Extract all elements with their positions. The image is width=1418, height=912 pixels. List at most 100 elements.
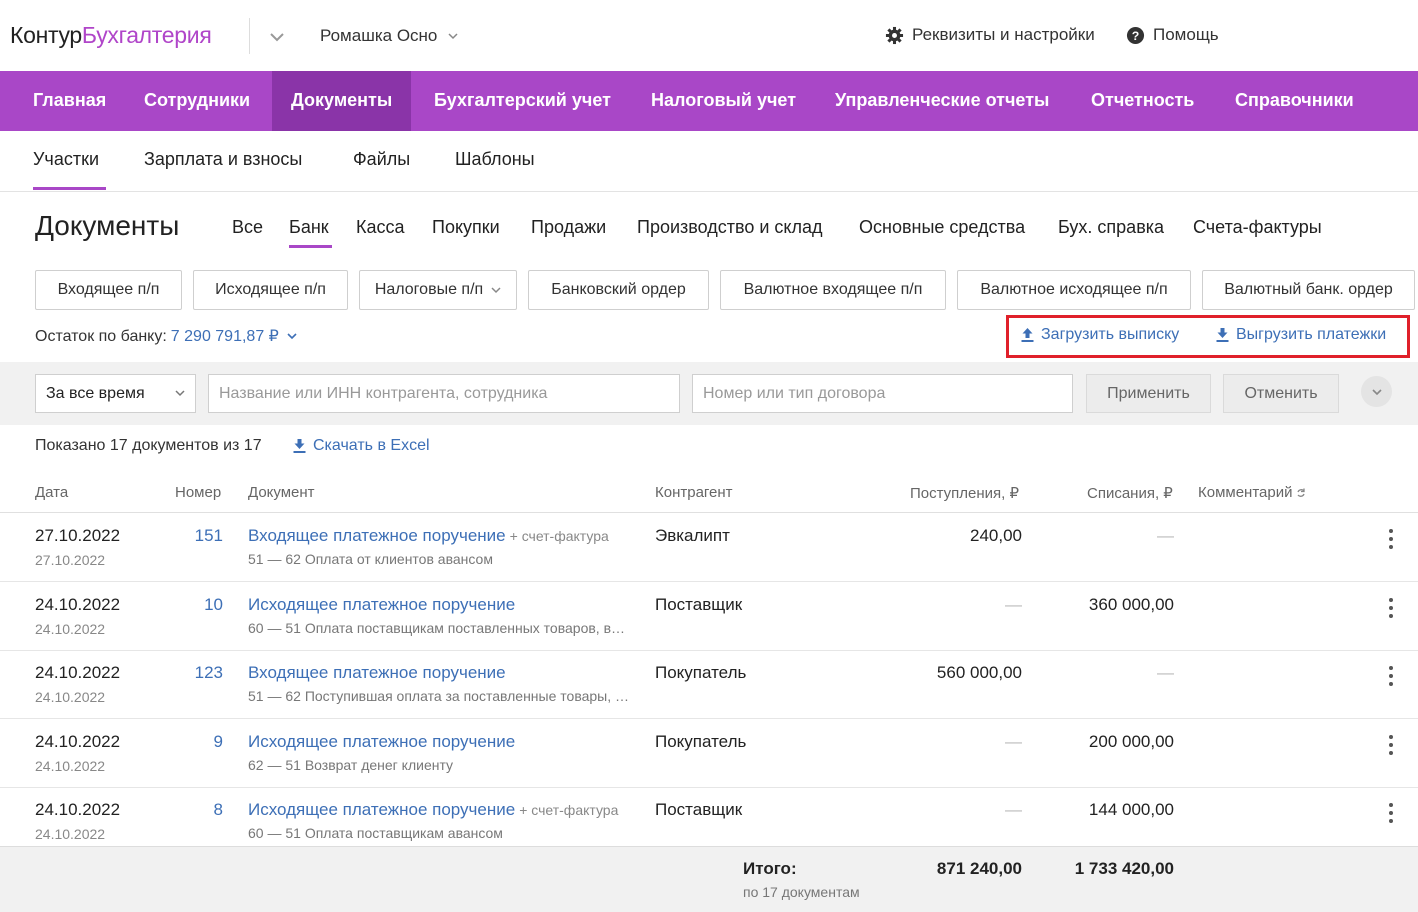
row-date-secondary: 24.10.2022 — [35, 826, 106, 842]
tab-bank[interactable]: Банк — [289, 217, 329, 238]
row-description: 60 — 51 Оплата поставщикам поставленных … — [248, 619, 630, 636]
column-header-number[interactable]: Номер — [175, 484, 221, 501]
totals-outcome: 1 733 420,00 — [1074, 859, 1174, 878]
row-document-link[interactable]: Исходящее платежное поручение — [248, 732, 515, 751]
nav-item-management-reports[interactable]: Управленческие отчеты — [816, 71, 1068, 131]
nav-item-reporting[interactable]: Отчетность — [1072, 71, 1213, 131]
period-value: За все время — [46, 385, 145, 402]
column-header-contractor[interactable]: Контрагент — [655, 484, 733, 501]
sub-nav: Участки Зарплата и взносы Файлы Шаблоны — [0, 131, 1418, 192]
upload-icon — [1021, 328, 1034, 342]
more-vertical-icon[interactable] — [1384, 802, 1398, 824]
expand-filters-button[interactable] — [1361, 376, 1392, 407]
row-income: 560 000,00 — [936, 663, 1022, 682]
filter-bar: За все время Название или ИНН контрагент… — [0, 362, 1418, 425]
chevron-down-icon[interactable] — [287, 331, 297, 341]
logo[interactable]: КонтурБухгалтерия — [10, 22, 212, 49]
balance-label: Остаток по банку: — [35, 328, 167, 345]
tax-payment-dropdown[interactable]: Налоговые п/п — [359, 270, 517, 310]
cancel-button[interactable]: Отменить — [1223, 374, 1339, 413]
tab-cash[interactable]: Касса — [356, 217, 405, 238]
nav-item-accounting[interactable]: Бухгалтерский учет — [415, 71, 630, 131]
subnav-item-sections[interactable]: Участки — [33, 149, 99, 170]
column-header-income[interactable]: Поступления, ₽ — [910, 484, 1019, 502]
totals-sub: по 17 документам — [743, 884, 860, 900]
row-document: Исходящее платежное поручение — [248, 595, 515, 615]
incoming-payment-button[interactable]: Входящее п/п — [35, 270, 182, 310]
row-document-extra: + счет-фактура — [509, 528, 609, 544]
row-description: 62 — 51 Возврат денег клиенту — [248, 756, 454, 773]
upload-statement-link[interactable]: Загрузить выписку — [1020, 326, 1179, 344]
row-description: 60 — 51 Оплата поставщикам авансом — [248, 825, 503, 841]
table-row[interactable]: 24.10.2022 24.10.2022 123 Входящее платежно… — [0, 651, 1418, 719]
row-number[interactable]: 8 — [214, 800, 223, 820]
row-outcome: 360 000,00 — [1088, 594, 1174, 614]
row-income: — — [1005, 594, 1022, 614]
row-document-link[interactable]: Исходящее платежное поручение — [248, 595, 515, 614]
column-header-comment[interactable]: Комментарий — [1198, 484, 1306, 501]
org-selector[interactable]: Ромашка Осно — [320, 26, 458, 46]
outgoing-payment-button[interactable]: Исходящее п/п — [193, 270, 348, 310]
row-document-link[interactable]: Входящее платежное поручение — [248, 526, 506, 545]
table-row[interactable]: 24.10.2022 24.10.2022 9 Исходящее платежное… — [0, 720, 1418, 788]
comment-header-label: Комментарий — [1198, 484, 1293, 501]
balance-value[interactable]: 7 290 791,87 ₽ — [171, 328, 279, 345]
contractor-search-input[interactable]: Название или ИНН контрагента, сотрудника — [208, 374, 680, 413]
currency-bank-order-button[interactable]: Валютный банк. ордер — [1202, 270, 1415, 310]
org-name: Ромашка Осно — [320, 26, 438, 45]
tax-payment-label: Налоговые п/п — [374, 281, 484, 298]
row-document-link[interactable]: Исходящее платежное поручение — [248, 800, 515, 819]
tab-fixed-assets[interactable]: Основные средства — [859, 217, 1025, 238]
gear-icon — [885, 26, 904, 44]
row-document-link[interactable]: Входящее платежное поручение — [248, 663, 506, 682]
subnav-item-salary[interactable]: Зарплата и взносы — [144, 149, 302, 170]
tab-purchases[interactable]: Покупки — [432, 217, 500, 238]
row-date-secondary: 24.10.2022 — [35, 757, 106, 774]
more-vertical-icon[interactable] — [1384, 734, 1398, 756]
settings-link[interactable]: Реквизиты и настройки — [885, 25, 1095, 45]
more-vertical-icon[interactable] — [1384, 528, 1398, 550]
row-description: 51 — 62 Поступившая оплата за поставленн… — [248, 688, 630, 704]
row-number[interactable]: 123 — [195, 663, 223, 683]
tab-invoices[interactable]: Счета-фактуры — [1193, 217, 1322, 238]
chevron-down-icon — [1371, 388, 1382, 395]
tab-production[interactable]: Производство и склад — [637, 217, 823, 238]
period-select[interactable]: За все время — [35, 374, 196, 413]
row-date: 24.10.2022 — [35, 594, 121, 614]
upload-statement-label: Загрузить выписку — [1041, 326, 1180, 343]
more-vertical-icon[interactable] — [1384, 597, 1398, 619]
row-number[interactable]: 9 — [214, 732, 223, 752]
subnav-item-files[interactable]: Файлы — [353, 149, 410, 170]
more-vertical-icon[interactable] — [1384, 665, 1398, 687]
contract-search-input[interactable]: Номер или тип договора — [692, 374, 1073, 413]
tab-sales[interactable]: Продажи — [531, 217, 606, 238]
subnav-item-templates[interactable]: Шаблоны — [455, 149, 535, 170]
help-link[interactable]: ? Помощь — [1126, 25, 1219, 45]
row-number[interactable]: 151 — [195, 526, 223, 546]
row-outcome: 144 000,00 — [1088, 800, 1174, 819]
currency-incoming-button[interactable]: Валютное входящее п/п — [720, 270, 946, 310]
export-payments-link[interactable]: Выгрузить платежки — [1215, 326, 1386, 344]
apply-button[interactable]: Применить — [1086, 374, 1211, 413]
table-row[interactable]: 27.10.2022 27.10.2022 151 Входящее платежно… — [0, 514, 1418, 582]
tab-accounting-note[interactable]: Бух. справка — [1058, 217, 1164, 238]
chevron-down-icon — [491, 287, 501, 294]
excel-download-link[interactable]: Скачать в Excel — [292, 437, 430, 455]
nav-item-tax[interactable]: Налоговый учет — [632, 71, 815, 131]
nav-item-employees[interactable]: Сотрудники — [125, 71, 269, 131]
row-number[interactable]: 10 — [204, 595, 223, 615]
nav-item-home[interactable]: Главная — [14, 71, 125, 131]
table-row[interactable]: 24.10.2022 24.10.2022 10 Исходящее платежно… — [0, 583, 1418, 651]
column-header-document[interactable]: Документ — [248, 484, 315, 501]
divider — [249, 18, 250, 54]
currency-outgoing-button[interactable]: Валютное исходящее п/п — [957, 270, 1191, 310]
chevron-down-icon[interactable] — [268, 28, 286, 46]
nav-item-documents[interactable]: Документы — [272, 71, 412, 131]
nav-item-references[interactable]: Справочники — [1216, 71, 1373, 131]
question-circle-icon: ? — [1126, 26, 1145, 44]
bank-order-button[interactable]: Банковский ордер — [528, 270, 709, 310]
tab-all[interactable]: Все — [232, 217, 263, 238]
column-header-date[interactable]: Дата — [35, 484, 68, 501]
column-header-outcome[interactable]: Списания, ₽ — [1087, 484, 1173, 502]
row-income: 240,00 — [970, 526, 1022, 545]
